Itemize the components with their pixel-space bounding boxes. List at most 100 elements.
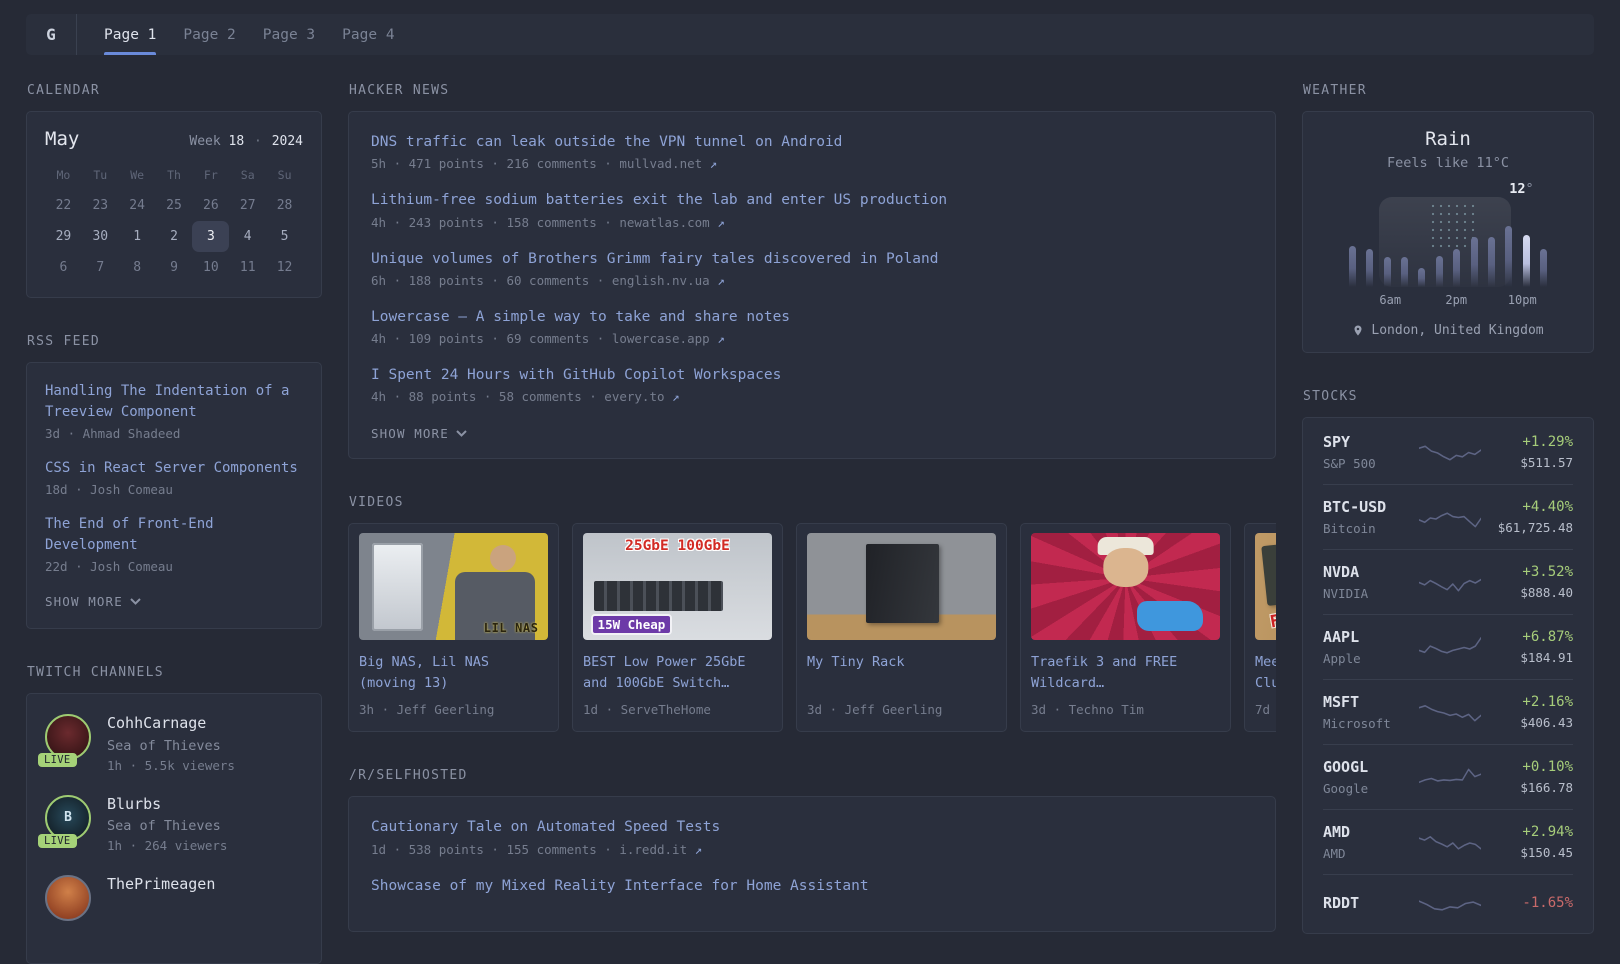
rss-item-meta: 22d · Josh Comeau <box>45 559 173 574</box>
stock-price: $888.40 <box>1520 585 1573 600</box>
source-link[interactable]: mullvad.net ↗ <box>619 156 717 171</box>
source-link[interactable]: i.redd.it ↗ <box>619 842 702 857</box>
weather-bar <box>1435 256 1443 287</box>
hackernews-item: I Spent 24 Hours with GitHub Copilot Wor… <box>371 365 1253 404</box>
hackernews-item-title[interactable]: Lowercase – A simple way to take and sha… <box>371 307 1253 327</box>
source-link[interactable]: lowercase.app ↗ <box>612 331 725 346</box>
source-link[interactable]: newatlas.com ↗ <box>619 215 724 230</box>
calendar-day: 12 <box>276 260 293 275</box>
reddit-item-title[interactable]: Cautionary Tale on Automated Speed Tests <box>371 817 1253 837</box>
stock-change: +1.29% <box>1522 434 1573 450</box>
twitch-channel-row[interactable]: LIVE CohhCarnage Sea of Thieves 1h · 5.5k v… <box>38 714 303 773</box>
section-title-twitch: TWITCH CHANNELS <box>27 665 164 680</box>
video-thumbnail[interactable] <box>1031 533 1220 641</box>
page-tabs: Page 1 Page 2 Page 3 Page 4 <box>77 14 422 55</box>
weather-bar <box>1366 249 1374 287</box>
reddit-list: Cautionary Tale on Automated Speed Tests… <box>371 817 1253 896</box>
hackernews-item-title[interactable]: DNS traffic can leak outside the VPN tun… <box>371 132 1253 152</box>
video-card[interactable]: Traefik 3 and FREE Wildcard… 3d · Techno … <box>1020 523 1231 733</box>
section-title-reddit: /R/SELFHOSTED <box>349 768 468 784</box>
app-logo[interactable]: G <box>26 14 77 55</box>
stock-row[interactable]: MSFT Microsoft +2.16% $406.43 <box>1323 679 1573 744</box>
stock-price: $511.57 <box>1520 455 1573 470</box>
stock-identity: RDDT <box>1323 894 1419 912</box>
twitch-channel-name[interactable]: CohhCarnage <box>107 714 235 734</box>
source-domain: english.nv.ua <box>611 272 710 288</box>
weather-widget: WEATHER Rain Feels like 11°C 12° 6am 2pm… <box>1302 83 1594 353</box>
rss-item-meta: 3d · Ahmad Shadeed <box>45 426 181 441</box>
weather-bar <box>1349 245 1356 287</box>
stock-values: +2.94% $150.45 <box>1481 824 1573 860</box>
rss-item-title[interactable]: The End of Front-End Development <box>45 514 303 556</box>
video-title[interactable]: Big NAS, Lil NAS (moving 13) <box>359 652 548 694</box>
stock-values: -1.65% <box>1481 895 1573 911</box>
twitch-channel-game: Sea of Thieves <box>107 818 221 834</box>
calendar-day: 9 <box>170 260 178 275</box>
twitch-card: LIVE CohhCarnage Sea of Thieves 1h · 5.5k v… <box>26 693 322 964</box>
hackernews-item-title[interactable]: Lithium-free sodium batteries exit the l… <box>371 190 1253 210</box>
hackernews-show-more-button[interactable]: SHOW MORE <box>371 426 467 441</box>
stock-sparkline <box>1419 445 1481 461</box>
rss-show-more-button[interactable]: SHOW MORE <box>45 594 141 609</box>
video-thumbnail[interactable]: 25GbE 100GbE 15W Cheap <box>583 533 772 641</box>
hackernews-item-meta: 5h · 471 points · 216 comments · mullvad… <box>371 156 718 172</box>
video-thumbnail[interactable] <box>807 533 996 641</box>
twitch-channel-row[interactable]: B LIVE Blurbs Sea of Thieves 1h · 264 viewer… <box>38 794 303 853</box>
tab-page-3[interactable]: Page 3 <box>263 14 315 55</box>
tab-page-4[interactable]: Page 4 <box>342 14 394 55</box>
hackernews-item: Lithium-free sodium batteries exit the l… <box>371 190 1253 229</box>
weather-bar-current <box>1522 234 1530 287</box>
current-temp-label: 12° <box>1509 181 1533 197</box>
stock-row[interactable]: GOOGL Google +0.10% $166.78 <box>1323 744 1573 809</box>
calendar-month: May <box>45 128 80 150</box>
video-thumbnail[interactable]: LIL NAS <box>359 533 548 641</box>
rss-card: Handling The Indentation of a Treeview C… <box>26 362 322 629</box>
tab-page-2[interactable]: Page 2 <box>183 14 235 55</box>
tab-page-1[interactable]: Page 1 <box>104 14 157 55</box>
video-title[interactable]: Traefik 3 and FREE Wildcard… <box>1031 652 1220 694</box>
twitch-channel-name[interactable]: Blurbs <box>107 795 227 815</box>
stock-price: $406.43 <box>1520 715 1573 730</box>
video-card[interactable]: LIL NAS Big NAS, Lil NAS (moving 13) 3h · … <box>348 523 559 733</box>
section-title-hackernews: HACKER NEWS <box>349 83 450 98</box>
stock-row[interactable]: SPY S&P 500 +1.29% $511.57 <box>1323 420 1573 484</box>
rss-item-title[interactable]: Handling The Indentation of a Treeview C… <box>45 381 303 423</box>
video-card[interactable]: 25GbE 100GbE 15W Cheap BEST Low Power 25Gb… <box>572 523 783 733</box>
video-title[interactable]: Meet the new Linux Cluster <box>1255 652 1276 694</box>
stock-row[interactable]: AAPL Apple +6.87% $184.91 <box>1323 614 1573 679</box>
source-domain: mullvad.net <box>619 156 703 172</box>
video-title[interactable]: BEST Low Power 25GbE and 100GbE Switch… <box>583 652 772 694</box>
twitch-channel-name[interactable]: ThePrimeagen <box>107 875 215 895</box>
twitch-channel-meta: 1h · 5.5k viewers <box>107 757 235 773</box>
stock-price: $166.78 <box>1520 780 1573 795</box>
video-thumbnail[interactable]: FAS <box>1255 533 1276 641</box>
top-nav: G Page 1 Page 2 Page 3 Page 4 <box>26 14 1594 55</box>
middle-column: HACKER NEWS DNS traffic can leak outside… <box>348 83 1276 964</box>
rss-item-title[interactable]: CSS in React Server Components <box>45 458 303 479</box>
source-link[interactable]: english.nv.ua ↗ <box>612 273 725 288</box>
calendar-week-indicator: Week 18 · 2024 <box>189 134 303 149</box>
twitch-channel-row[interactable]: ThePrimeagen <box>45 875 303 921</box>
stock-row[interactable]: BTC-USD Bitcoin +4.40% $61,725.48 <box>1323 484 1573 549</box>
calendar-day-header: Fr <box>203 168 218 182</box>
stock-row[interactable]: AMD AMD +2.94% $150.45 <box>1323 809 1573 874</box>
video-card[interactable]: FAS Meet the new Linux Cluster 7d · Jeff G… <box>1244 523 1276 733</box>
reddit-item-title[interactable]: Showcase of my Mixed Reality Interface f… <box>371 876 1253 896</box>
stock-row[interactable]: RDDT -1.65% <box>1323 874 1573 931</box>
rss-list: Handling The Indentation of a Treeview C… <box>45 381 303 574</box>
source-domain: every.to <box>604 389 665 405</box>
stock-sparkline <box>1419 705 1481 722</box>
location-pin-icon <box>1354 325 1362 336</box>
hackernews-item-title[interactable]: Unique volumes of Brothers Grimm fairy t… <box>371 249 1253 269</box>
source-link[interactable]: every.to ↗ <box>604 389 679 404</box>
stock-sparkline <box>1419 512 1481 528</box>
stock-values: +0.10% $166.78 <box>1481 759 1573 795</box>
video-card[interactable]: My Tiny Rack 3d · Jeff Geerling <box>796 523 1007 733</box>
hackernews-item-title[interactable]: I Spent 24 Hours with GitHub Copilot Wor… <box>371 365 1253 385</box>
calendar-day: 7 <box>96 260 105 275</box>
rss-widget: RSS FEED Handling The Indentation of a T… <box>26 334 322 629</box>
video-title[interactable]: My Tiny Rack <box>807 652 996 694</box>
stock-values: +3.52% $888.40 <box>1481 564 1573 600</box>
rss-item: CSS in React Server Components 18d · Josh… <box>45 458 303 497</box>
stock-row[interactable]: NVDA NVIDIA +3.52% $888.40 <box>1323 549 1573 614</box>
